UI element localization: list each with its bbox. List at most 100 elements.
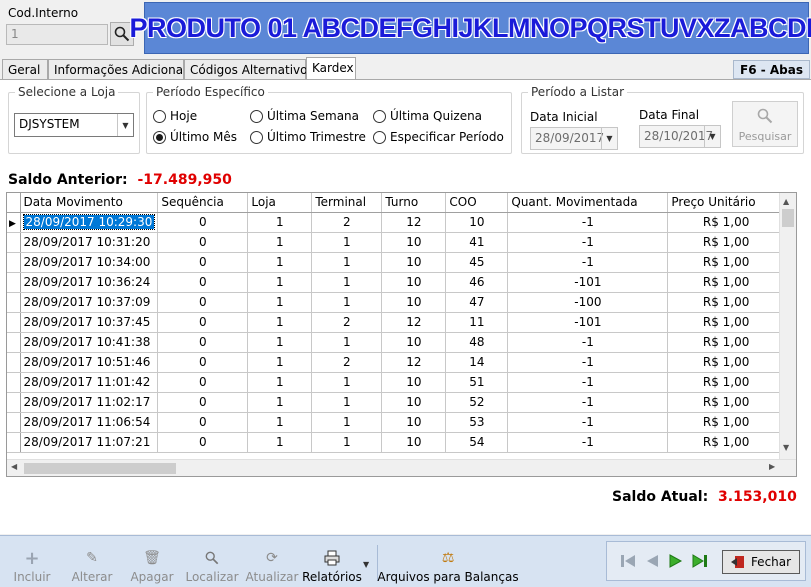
table-cell[interactable]: 1 bbox=[311, 372, 383, 393]
localizar-button[interactable]: Localizar bbox=[185, 540, 239, 584]
column-header[interactable]: Preço Unitário bbox=[667, 193, 793, 213]
horizontal-scrollbar[interactable]: ◀ ▶ bbox=[7, 459, 796, 476]
table-cell[interactable]: 51 bbox=[445, 372, 509, 393]
table-cell[interactable]: 53 bbox=[445, 412, 509, 433]
incluir-button[interactable]: + Incluir bbox=[14, 540, 51, 585]
table-row[interactable]: 28/09/2017 10:37:09 0 1 1 10 47 -100 R$ 1,00 bbox=[7, 292, 793, 313]
table-cell[interactable]: 1 bbox=[247, 272, 313, 293]
table-cell[interactable]: R$ 1,00 bbox=[667, 412, 793, 433]
table-cell[interactable]: R$ 1,00 bbox=[667, 352, 793, 373]
table-cell[interactable]: 0 bbox=[157, 252, 249, 273]
table-cell[interactable]: -100 bbox=[507, 292, 669, 313]
radio-especificar-periodo[interactable]: Especificar Período bbox=[373, 130, 504, 144]
radio-ultima-quizena[interactable]: Última Quizena bbox=[373, 109, 482, 123]
table-cell[interactable]: R$ 1,00 bbox=[667, 312, 793, 333]
tab-kardex[interactable]: Kardex bbox=[306, 57, 356, 79]
table-cell[interactable]: 12 bbox=[381, 352, 447, 373]
table-cell[interactable]: 0 bbox=[157, 292, 249, 313]
table-cell[interactable]: 0 bbox=[157, 212, 249, 233]
table-cell[interactable]: 0 bbox=[157, 352, 249, 373]
table-cell[interactable]: -1 bbox=[507, 352, 669, 373]
tab-informacoes-adicionais[interactable]: Informações Adicionais bbox=[48, 59, 193, 79]
table-cell[interactable]: 28/09/2017 10:51:46 bbox=[20, 352, 159, 373]
table-cell[interactable]: 1 bbox=[311, 392, 383, 413]
chevron-down-icon[interactable]: ▼ bbox=[601, 128, 617, 149]
table-cell[interactable]: 28/09/2017 10:36:24 bbox=[20, 272, 159, 293]
table-cell[interactable]: 1 bbox=[311, 332, 383, 353]
table-cell[interactable]: 48 bbox=[445, 332, 509, 353]
table-row[interactable]: 28/09/2017 10:34:00 0 1 1 10 45 -1 R$ 1,00 bbox=[7, 252, 793, 273]
table-cell[interactable]: 28/09/2017 10:41:38 bbox=[20, 332, 159, 353]
atualizar-button[interactable]: ⟳ Atualizar bbox=[246, 540, 299, 584]
table-cell[interactable]: 2 bbox=[311, 352, 383, 373]
vertical-scroll-thumb[interactable] bbox=[782, 209, 794, 227]
table-cell[interactable]: 2 bbox=[311, 312, 383, 333]
table-cell[interactable]: -1 bbox=[507, 332, 669, 353]
table-cell[interactable]: 28/09/2017 10:37:45 bbox=[20, 312, 159, 333]
table-cell[interactable]: 1 bbox=[247, 292, 313, 313]
table-cell[interactable]: 54 bbox=[445, 432, 509, 453]
horizontal-scroll-thumb[interactable] bbox=[24, 463, 176, 474]
table-cell[interactable]: 1 bbox=[311, 432, 383, 453]
radio-ultimo-mes[interactable]: Último Mês bbox=[153, 130, 237, 144]
radio-hoje[interactable]: Hoje bbox=[153, 109, 197, 123]
column-header[interactable]: Quant. Movimentada bbox=[507, 193, 669, 213]
table-cell[interactable]: 0 bbox=[157, 312, 249, 333]
column-header[interactable]: Data Movimento bbox=[20, 193, 159, 213]
arquivos-balancas-button[interactable]: ⚖ Arquivos para Balanças bbox=[377, 540, 518, 584]
vertical-scrollbar[interactable]: ▲ ▼ bbox=[779, 193, 796, 476]
column-header[interactable]: Terminal bbox=[311, 193, 383, 213]
table-cell[interactable]: 28/09/2017 10:29:30 bbox=[20, 212, 159, 233]
table-cell[interactable]: 10 bbox=[381, 372, 447, 393]
column-header[interactable]: Turno bbox=[381, 193, 447, 213]
table-cell[interactable]: -1 bbox=[507, 252, 669, 273]
table-cell[interactable]: 0 bbox=[157, 332, 249, 353]
table-cell[interactable]: 10 bbox=[381, 252, 447, 273]
table-cell[interactable]: 10 bbox=[381, 332, 447, 353]
table-cell[interactable]: 1 bbox=[247, 352, 313, 373]
relatorios-dropdown-icon[interactable]: ▼ bbox=[363, 560, 369, 569]
table-cell[interactable]: 28/09/2017 10:34:00 bbox=[20, 252, 159, 273]
alterar-button[interactable]: ✎ Alterar bbox=[72, 540, 113, 584]
pesquisar-button[interactable]: Pesquisar bbox=[732, 101, 798, 147]
column-header[interactable]: COO bbox=[445, 193, 509, 213]
table-cell[interactable]: -1 bbox=[507, 412, 669, 433]
table-cell[interactable]: 2 bbox=[311, 212, 383, 233]
radio-ultimo-trimestre[interactable]: Último Trimestre bbox=[250, 130, 366, 144]
column-header[interactable]: Sequência bbox=[157, 193, 249, 213]
table-cell[interactable]: R$ 1,00 bbox=[667, 272, 793, 293]
table-cell[interactable]: R$ 1,00 bbox=[667, 332, 793, 353]
table-cell[interactable]: 0 bbox=[157, 432, 249, 453]
fechar-button[interactable]: Fechar bbox=[722, 550, 800, 574]
table-cell[interactable]: -101 bbox=[507, 272, 669, 293]
table-cell[interactable]: 0 bbox=[157, 392, 249, 413]
table-cell[interactable]: 1 bbox=[311, 252, 383, 273]
first-record-icon[interactable] bbox=[619, 552, 637, 570]
table-cell[interactable]: 0 bbox=[157, 412, 249, 433]
table-cell[interactable]: 1 bbox=[311, 232, 383, 253]
table-cell[interactable]: 1 bbox=[311, 272, 383, 293]
table-cell[interactable]: 1 bbox=[311, 292, 383, 313]
table-row[interactable]: 28/09/2017 11:01:42 0 1 1 10 51 -1 R$ 1,00 bbox=[7, 372, 793, 393]
table-row[interactable]: 28/09/2017 10:51:46 0 1 2 12 14 -1 R$ 1,00 bbox=[7, 352, 793, 373]
table-row[interactable]: ▶ 28/09/2017 10:29:30 0 1 2 12 10 -1 R$ 1,00 bbox=[7, 212, 793, 233]
table-cell[interactable]: 10 bbox=[381, 292, 447, 313]
table-row[interactable]: 28/09/2017 11:06:54 0 1 1 10 53 -1 R$ 1,00 bbox=[7, 412, 793, 433]
table-cell[interactable]: 28/09/2017 11:07:21 bbox=[20, 432, 159, 453]
table-cell[interactable]: 45 bbox=[445, 252, 509, 273]
table-cell[interactable]: R$ 1,00 bbox=[667, 432, 793, 453]
table-cell[interactable]: 10 bbox=[381, 272, 447, 293]
kardex-grid[interactable]: Data Movimento Sequência Loja Terminal T… bbox=[6, 192, 797, 477]
table-cell[interactable]: 12 bbox=[381, 212, 447, 233]
table-cell[interactable]: -1 bbox=[507, 392, 669, 413]
table-row[interactable]: 28/09/2017 10:41:38 0 1 1 10 48 -1 R$ 1,00 bbox=[7, 332, 793, 353]
table-cell[interactable]: 52 bbox=[445, 392, 509, 413]
table-cell[interactable]: 0 bbox=[157, 272, 249, 293]
table-cell[interactable]: 10 bbox=[381, 432, 447, 453]
table-cell[interactable]: 1 bbox=[247, 412, 313, 433]
table-cell[interactable]: 46 bbox=[445, 272, 509, 293]
table-cell[interactable]: 11 bbox=[445, 312, 509, 333]
data-inicial-picker[interactable]: 28/09/2017 ▼ bbox=[530, 127, 618, 150]
table-cell[interactable]: 1 bbox=[247, 432, 313, 453]
table-row[interactable]: 28/09/2017 10:36:24 0 1 1 10 46 -101 R$ 1,00 bbox=[7, 272, 793, 293]
